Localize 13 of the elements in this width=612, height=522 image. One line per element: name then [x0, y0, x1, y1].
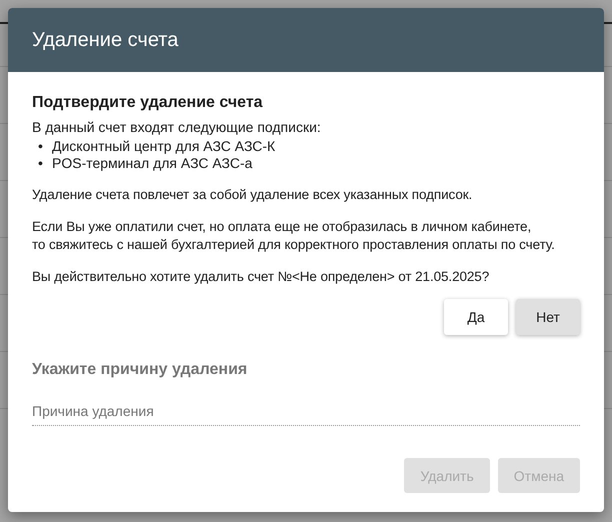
bullet: •: [38, 155, 44, 172]
message-paragraph: Удаление счета повлечет за собой удаление всех указанных подписок.: [32, 186, 474, 204]
reason-heading: Укажите причину удаления: [32, 361, 248, 379]
subscription-item: POS-терминал для АЗС АЗС-а: [52, 155, 252, 172]
message-paragraph: Если Вы уже оплатили счет, но оплата еще не отобразилась в личном кабинете, то свяжитесь с нашей бухгалтерией для корректного проставления оплаты по счету.: [32, 218, 556, 254]
message-paragraph: Вы действительно хотите удалить счет №<Не определен> от 21.05.2025?: [32, 268, 490, 286]
confirm-button[interactable]: Да: [444, 299, 508, 335]
dialog-title: Удаление счета: [32, 28, 178, 52]
confirm-button[interactable]: Нет: [516, 299, 580, 335]
intro-text: В данный счет входят следующие подписки:: [32, 118, 322, 136]
confirm-heading: Подтвердите удаление счета: [32, 94, 264, 112]
subscription-item: Дисконтный центр для АЗС АЗС-К: [52, 138, 276, 155]
bullet: •: [38, 138, 44, 155]
